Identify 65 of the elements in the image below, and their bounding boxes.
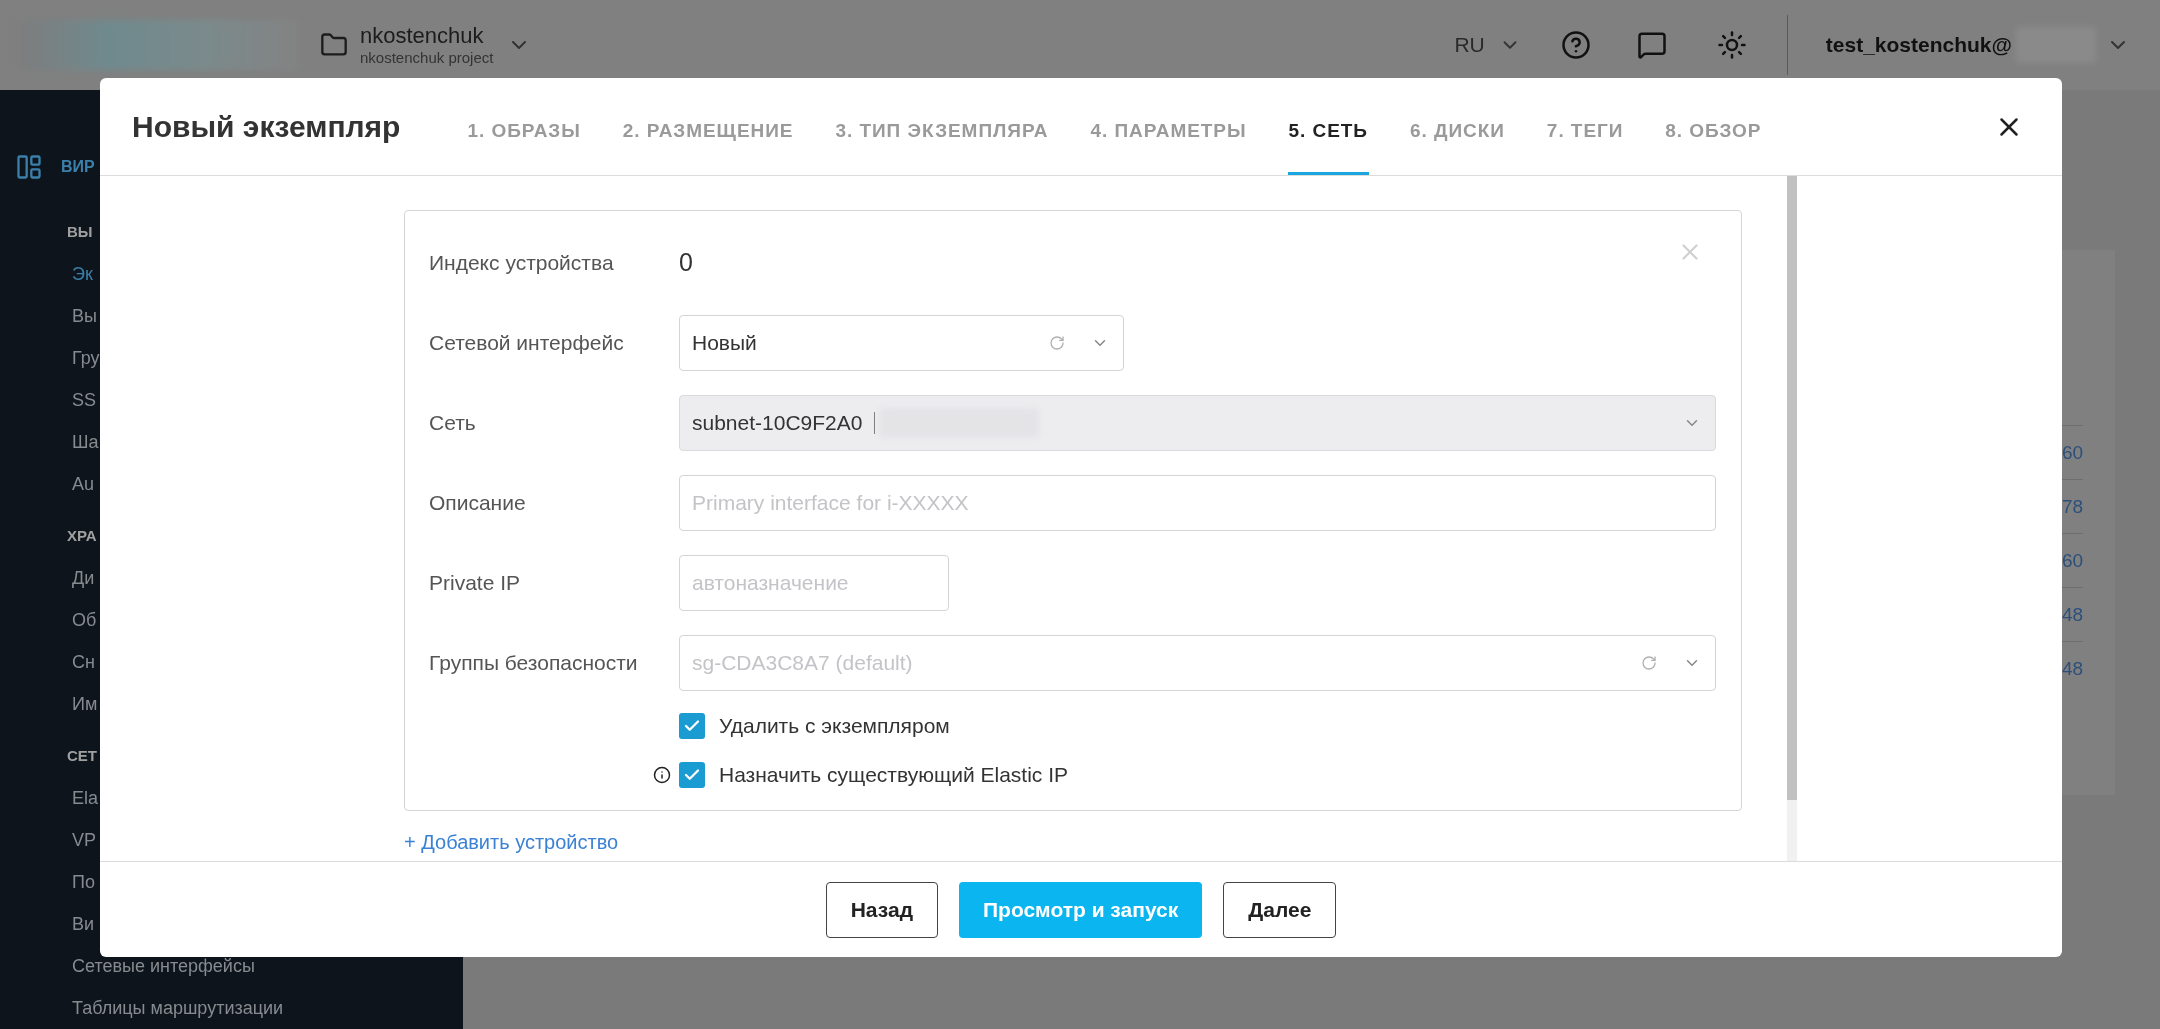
sun-icon[interactable]: [1716, 30, 1747, 60]
sidebar-item[interactable]: Ela: [72, 784, 98, 812]
text-field[interactable]: Primary interface for i-XXXXX: [679, 475, 1716, 531]
field-label: Private IP: [429, 570, 522, 597]
table-cell: 78: [2062, 497, 2084, 516]
folder-icon[interactable]: [320, 31, 348, 59]
sidebar-item[interactable]: Ша: [72, 428, 99, 456]
checkbox[interactable]: [679, 713, 705, 739]
sidebar-item[interactable]: Гру: [72, 344, 100, 372]
step-tab[interactable]: 5. СЕТЬ: [1287, 78, 1369, 175]
step-tab[interactable]: 2. РАЗМЕЩЕНИЕ: [621, 78, 795, 175]
select-field[interactable]: subnet-10C9F2A0: [679, 395, 1716, 451]
layout-icon[interactable]: [15, 153, 43, 181]
step-tab[interactable]: 6. ДИСКИ: [1408, 78, 1506, 175]
add-device-link[interactable]: + Добавить устройство: [404, 827, 619, 857]
sidebar-section-title: ХРА: [67, 525, 97, 546]
sidebar-item[interactable]: VP: [72, 826, 96, 854]
sidebar-item[interactable]: Сетевые интерфейсы: [72, 952, 255, 980]
checkbox-label[interactable]: Назначить существующий Elastic IP: [719, 759, 1068, 791]
text-field[interactable]: автоназначение: [679, 555, 949, 611]
language-selector[interactable]: RU: [1454, 29, 1485, 61]
sidebar-item[interactable]: Эк: [72, 260, 93, 288]
info-icon[interactable]: [653, 766, 671, 784]
field-label: Сетевой интерфейс: [429, 330, 625, 357]
field-label: Индекс устройства: [429, 250, 615, 277]
step-tab[interactable]: 4. ПАРАМЕТРЫ: [1089, 78, 1248, 175]
step-tab[interactable]: 1. ОБРАЗЫ: [466, 78, 582, 175]
project-name[interactable]: nkostenchuk: [360, 25, 494, 47]
step-tab[interactable]: 8. ОБЗОР: [1664, 78, 1763, 175]
sidebar-item[interactable]: Вы: [72, 302, 97, 330]
refresh-icon[interactable]: [1049, 335, 1065, 351]
select-field[interactable]: Новый: [679, 315, 1124, 371]
checkbox-label[interactable]: Удалить с экземпляром: [719, 710, 950, 742]
step-tab[interactable]: 3. ТИП ЭКЗЕМПЛЯРА: [834, 78, 1050, 175]
field-label: Сеть: [429, 410, 477, 437]
sidebar-section-title: СЕТ: [67, 745, 97, 766]
table-cell: 48: [2062, 659, 2084, 678]
step-tab[interactable]: 7. ТЕГИ: [1545, 78, 1625, 175]
help-icon[interactable]: [1560, 30, 1591, 60]
sidebar-item[interactable]: SS: [72, 386, 96, 414]
sidebar-item[interactable]: Им: [72, 690, 98, 718]
sidebar-item[interactable]: Ви: [72, 910, 95, 938]
field-label: Группы безопасности: [429, 650, 639, 677]
sidebar-item[interactable]: Сн: [72, 648, 95, 676]
table-cell: 48: [2062, 605, 2084, 624]
refresh-icon[interactable]: [1641, 655, 1657, 671]
sidebar-item[interactable]: Таблицы маршрутизации: [72, 994, 284, 1022]
project-subtitle: nkostenchuk project: [360, 50, 494, 65]
sidebar-item[interactable]: Au: [72, 470, 95, 498]
table-cell: 60: [2062, 551, 2084, 570]
scrollbar-thumb[interactable]: [1787, 176, 1797, 800]
footer-button[interactable]: Назад: [825, 881, 938, 938]
sidebar-section-title: ВЫ: [67, 221, 93, 242]
user-email[interactable]: test_kostenchuk@: [1825, 29, 2012, 61]
table-cell: 60: [2062, 443, 2084, 462]
modal-title: Новый экземпляр: [132, 109, 401, 145]
field-label: Описание: [429, 490, 527, 517]
sidebar-item[interactable]: Об: [72, 606, 97, 634]
sidebar-item[interactable]: Ди: [72, 564, 95, 592]
footer-button[interactable]: Далее: [1223, 881, 1337, 938]
sidebar-title[interactable]: ВИР: [61, 155, 95, 179]
chat-icon[interactable]: [1636, 30, 1667, 60]
device-index: 0: [679, 247, 693, 279]
checkbox[interactable]: [679, 762, 705, 788]
sidebar-item[interactable]: По: [72, 868, 95, 896]
